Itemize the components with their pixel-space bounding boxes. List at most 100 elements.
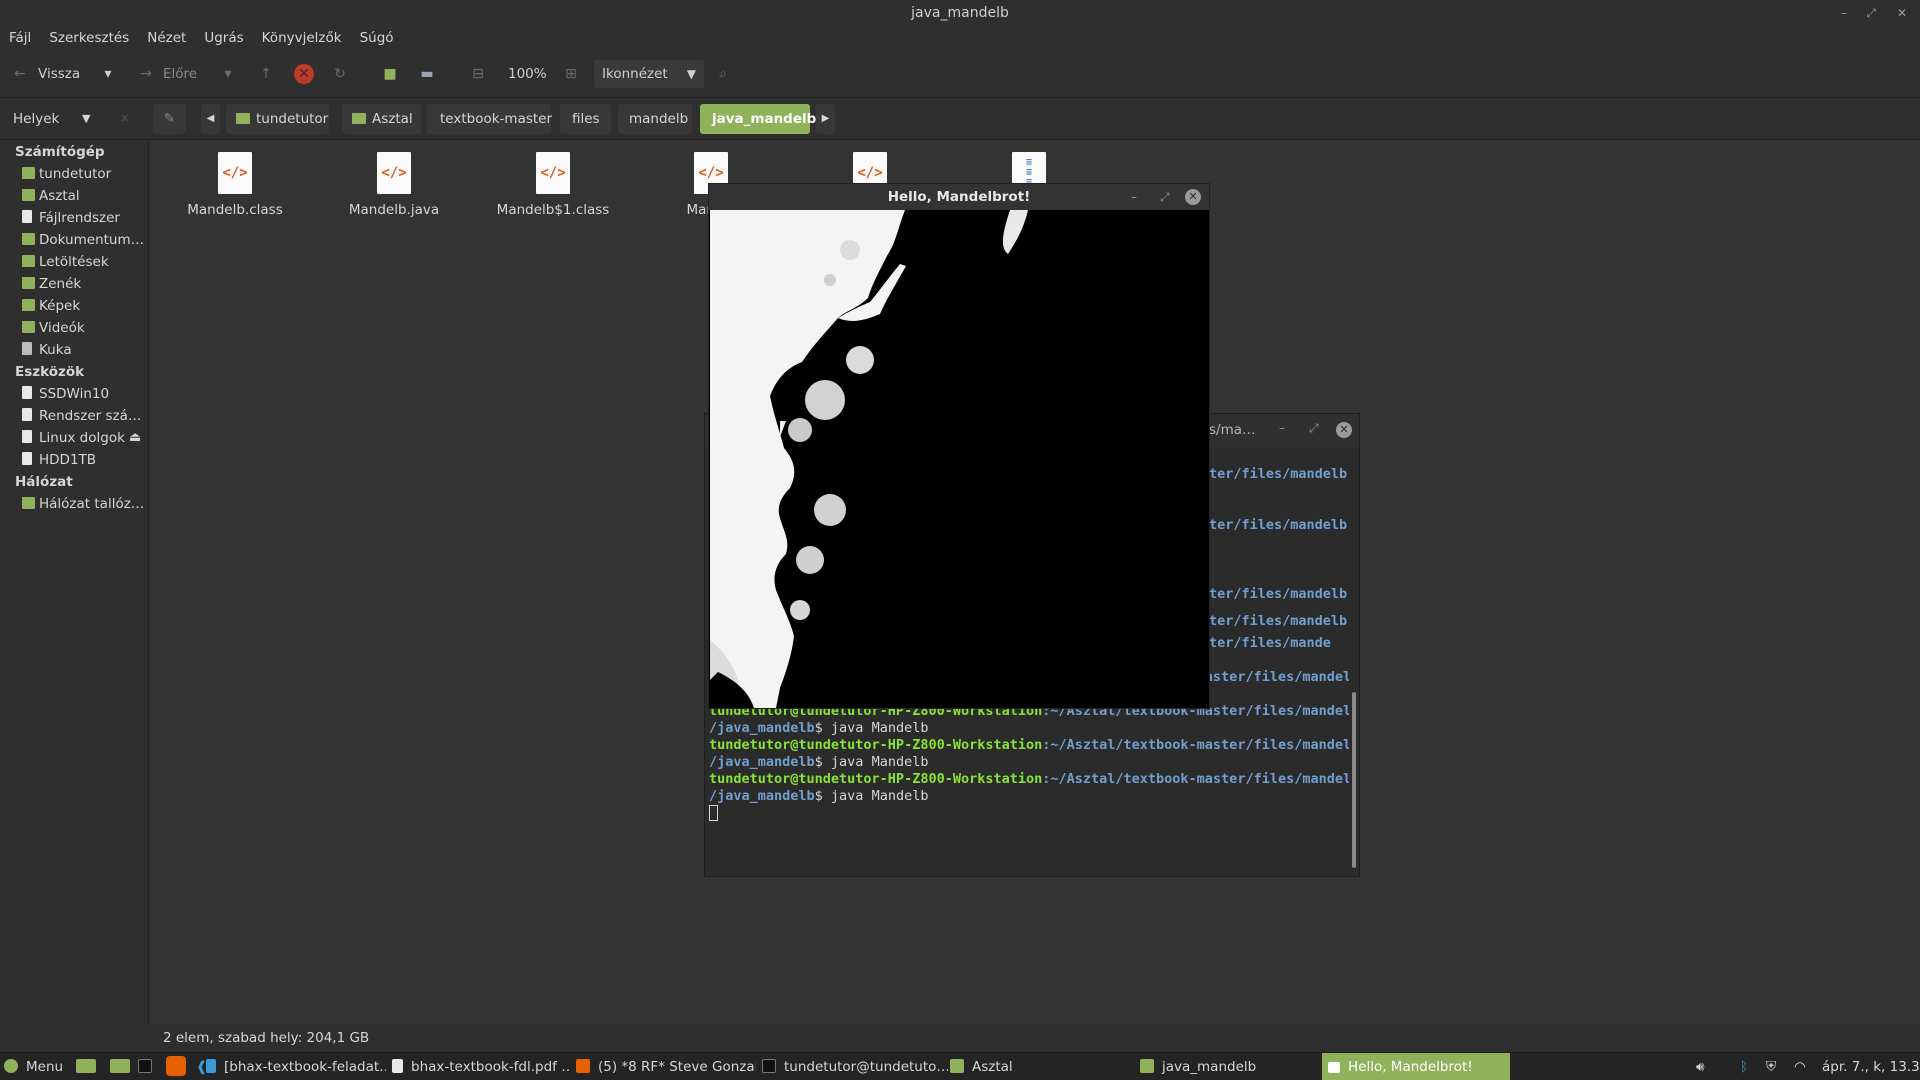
search-icon[interactable]: ⌕ xyxy=(713,64,733,84)
home-folder-icon xyxy=(236,113,250,124)
wifi-icon[interactable]: ◠ xyxy=(1794,1053,1812,1080)
close-button[interactable]: ✕ xyxy=(1185,189,1201,205)
terminal-line: tundetutor@tundetutor-HP-Z800-Workstatio… xyxy=(709,771,1349,787)
terminal-line: /java_mandelb$ java Mandelb xyxy=(709,788,929,804)
drive-icon xyxy=(22,408,32,421)
task-desktop-folder[interactable]: Asztal xyxy=(950,1053,1130,1080)
sidebar-item-pictures[interactable]: Képek xyxy=(22,298,146,314)
sidebar-item-trash[interactable]: Kuka xyxy=(22,342,146,358)
terminal-scrollbar[interactable] xyxy=(1352,692,1356,868)
menu-file[interactable]: Fájl xyxy=(0,26,40,50)
view-mode-select[interactable]: Ikonnézet ▼ xyxy=(594,60,704,88)
status-bar: 2 elem, szabad hely: 204,1 GB xyxy=(150,1024,1920,1052)
volume-icon[interactable]: 🔊︎ xyxy=(1696,1053,1718,1080)
sidebar-mode-select[interactable]: Helyek ▼ ✕ xyxy=(0,98,148,140)
maximize-button[interactable]: ⤢ xyxy=(1160,184,1170,210)
terminal-cursor xyxy=(709,805,718,821)
task-vscode[interactable]: [bhax-textbook-feladat… xyxy=(206,1053,386,1080)
code-file-icon: </> xyxy=(377,152,411,194)
edit-path-button[interactable]: ✎ xyxy=(153,104,186,134)
show-desktop-icon[interactable] xyxy=(76,1053,98,1080)
sidebar-item-videos[interactable]: Videók xyxy=(22,320,146,336)
documents-folder-icon xyxy=(22,233,35,245)
firefox-launcher-icon[interactable] xyxy=(166,1053,188,1080)
breadcrumb-asztal[interactable]: Asztal xyxy=(342,104,421,134)
drive-icon xyxy=(22,210,32,223)
status-text: 2 elem, szabad hely: 204,1 GB xyxy=(163,1030,370,1046)
reload-icon[interactable]: ↻ xyxy=(330,64,350,84)
trash-icon xyxy=(22,342,32,355)
maximize-button[interactable]: ⤢ xyxy=(1862,4,1880,22)
breadcrumb-tundetutor[interactable]: tundetutor xyxy=(226,104,329,134)
task-firefox[interactable]: (5) *8 RF* Steve Gonzal… xyxy=(576,1053,756,1080)
up-arrow-icon[interactable]: ↑ xyxy=(256,64,276,84)
back-history-chevron-icon[interactable]: ▾ xyxy=(98,64,118,84)
minimize-button[interactable]: – xyxy=(1131,184,1137,210)
forward-button[interactable]: Előre xyxy=(163,62,197,86)
window-title: java_mandelb xyxy=(911,5,1009,21)
terminal-launcher-icon[interactable] xyxy=(138,1053,156,1080)
forward-history-chevron-icon[interactable]: ▾ xyxy=(218,64,238,84)
desktop-folder-icon xyxy=(22,189,35,201)
window-titlebar: java_mandelb – ⤢ ✕ xyxy=(0,0,1920,26)
minimize-button[interactable]: – xyxy=(1835,4,1853,22)
mint-logo-icon xyxy=(4,1059,18,1073)
file-item[interactable]: </> Mandelb.java xyxy=(319,152,469,218)
breadcrumb-textbook-master[interactable]: textbook-master xyxy=(427,104,552,134)
stop-icon[interactable]: ✕ xyxy=(294,64,314,84)
home-folder-icon[interactable]: ■ xyxy=(380,64,400,84)
file-item[interactable]: </> Mandelb.class xyxy=(160,152,310,218)
bluetooth-icon[interactable]: ᛒ xyxy=(1740,1053,1754,1080)
path-scroll-right-button[interactable]: ▶ xyxy=(816,104,835,134)
menu-help[interactable]: Súgó xyxy=(351,26,403,50)
zoom-out-icon[interactable]: ⊟ xyxy=(468,64,488,84)
close-button[interactable]: ✕ xyxy=(1893,4,1911,22)
menu-bookmarks[interactable]: Könyvjelzők xyxy=(253,26,351,50)
task-java-mandelb-folder[interactable]: java_mandelb xyxy=(1136,1053,1316,1080)
path-scroll-left-button[interactable]: ◀ xyxy=(201,104,220,134)
task-mandelbrot-window[interactable]: Hello, Mandelbrot! xyxy=(1322,1053,1510,1080)
mandelbrot-window[interactable]: Hello, Mandelbrot! – ⤢ ✕ xyxy=(708,183,1210,709)
mandelbrot-canvas[interactable] xyxy=(710,210,1208,708)
drive-icon xyxy=(22,452,32,465)
menu-view[interactable]: Nézet xyxy=(138,26,195,50)
pdf-icon xyxy=(392,1059,403,1073)
sidebar-item-hdd1tb[interactable]: HDD1TB xyxy=(22,452,146,468)
zoom-in-icon[interactable]: ⊞ xyxy=(561,64,581,84)
close-button[interactable]: ✕ xyxy=(1336,422,1352,438)
breadcrumb-mandelb[interactable]: mandelb xyxy=(618,104,692,134)
files-launcher-icon[interactable] xyxy=(110,1053,132,1080)
sidebar-item-filesystem[interactable]: Fájlrendszer xyxy=(22,210,146,226)
eject-icon[interactable]: ⏏ xyxy=(129,430,141,445)
start-menu-button[interactable]: Menu xyxy=(4,1053,70,1080)
breadcrumb-java-mandelb[interactable]: java_mandelb xyxy=(700,104,816,134)
sidebar-item-documents[interactable]: Dokumentumok xyxy=(22,232,146,248)
sidebar-item-browse-network[interactable]: Hálózat tallózása xyxy=(22,496,146,512)
breadcrumb-files[interactable]: files xyxy=(560,104,611,134)
sidebar-item-tundetutor[interactable]: tundetutor xyxy=(22,166,146,182)
sidebar-item-system-reserved[interactable]: Rendszer szám… xyxy=(22,408,146,424)
terminal-line: tundetutor@tundetutor-HP-Z800-Workstatio… xyxy=(709,737,1349,753)
sidebar-item-ssdwin10[interactable]: SSDWin10 xyxy=(22,386,146,402)
task-terminal[interactable]: tundetutor@tundetuto… xyxy=(762,1053,948,1080)
sidebar-item-music[interactable]: Zenék xyxy=(22,276,146,292)
shield-icon[interactable]: ⛨ xyxy=(1766,1053,1784,1080)
task-pdf-viewer[interactable]: bhax-textbook-fdl.pdf … xyxy=(392,1053,570,1080)
maximize-button[interactable]: ⤢ xyxy=(1309,421,1319,436)
menu-go[interactable]: Ugrás xyxy=(195,26,252,50)
menu-edit[interactable]: Szerkesztés xyxy=(40,26,138,50)
back-button[interactable]: Vissza xyxy=(38,62,80,86)
menubar: Fájl Szerkesztés Nézet Ugrás Könyvjelzők… xyxy=(0,26,1920,50)
path-bar: Helyek ▼ ✕ ✎ ◀ tundetutor Asztal textboo… xyxy=(0,98,1920,140)
sidebar-item-downloads[interactable]: Letöltések xyxy=(22,254,146,270)
computer-icon[interactable]: ▬ xyxy=(417,64,437,84)
clock[interactable]: ápr. 7., k, 13.30 xyxy=(1822,1053,1920,1080)
terminal-icon xyxy=(762,1059,776,1073)
close-sidebar-icon[interactable]: ✕ xyxy=(120,98,129,140)
minimize-button[interactable]: – xyxy=(1279,421,1285,435)
downloads-folder-icon xyxy=(22,255,35,267)
sidebar-item-linux-dolgok[interactable]: Linux dolgok xyxy=(22,430,146,446)
file-item[interactable]: </> Mandelb$1.class xyxy=(478,152,628,218)
terminal-line: /java_mandelb$ java Mandelb xyxy=(709,754,929,770)
sidebar-item-asztal[interactable]: Asztal xyxy=(22,188,146,204)
